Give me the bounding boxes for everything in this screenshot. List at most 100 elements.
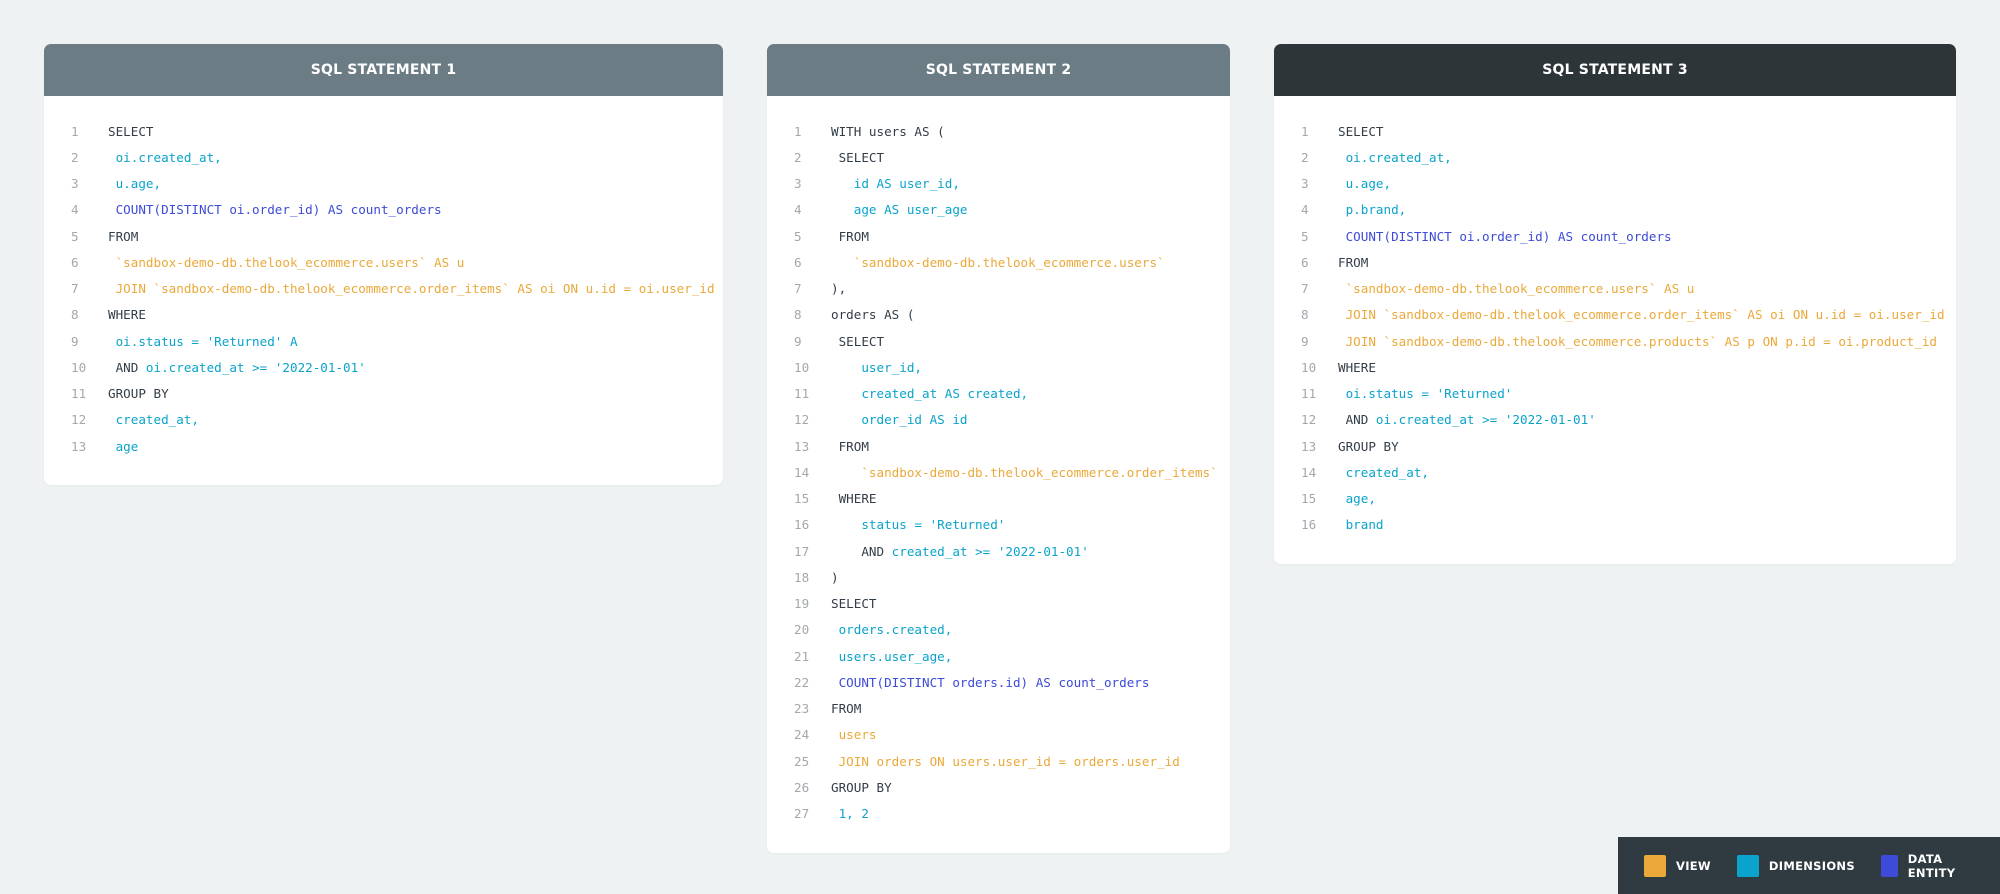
- code-text: WHERE: [1338, 360, 1376, 375]
- code-text: SELECT: [831, 333, 885, 349]
- code-token: JOIN `sandbox-demo-db.thelook_ecommerce.…: [108, 281, 715, 297]
- code-line: 2 SELECT: [767, 144, 1230, 170]
- code-token: WHERE: [1338, 359, 1376, 375]
- code-token: p.brand,: [1338, 202, 1407, 218]
- code-text: ),: [831, 281, 846, 296]
- code-token: oi.created_at >= '2022-01-01': [1375, 412, 1596, 428]
- code-text: WITH users AS (: [831, 124, 945, 139]
- code-line: 11 GROUP BY: [44, 381, 723, 407]
- line-number: 8: [1301, 307, 1309, 323]
- code-line: 15 WHERE: [767, 486, 1230, 512]
- line-number: 3: [794, 176, 802, 192]
- code-text: FROM: [108, 229, 138, 244]
- code-text: oi.created_at,: [108, 150, 222, 165]
- line-number: 11: [794, 386, 810, 402]
- line-number: 4: [71, 202, 79, 218]
- code-token: users.user_age,: [831, 648, 953, 664]
- code-token: JOIN `sandbox-demo-db.thelook_ecommerce.…: [1338, 307, 1945, 323]
- line-number: 15: [794, 491, 810, 507]
- code-line: 3 u.age,: [44, 171, 723, 197]
- line-number: 6: [1301, 254, 1309, 270]
- code-text: p.brand,: [1338, 202, 1407, 218]
- code-text: age AS user_age: [831, 202, 968, 218]
- line-number: 1: [71, 123, 79, 139]
- code-line: 1 SELECT: [44, 118, 723, 144]
- legend-item-data-entity: DATA ENTITY: [1880, 852, 1974, 880]
- code-token: WITH users AS (: [831, 123, 945, 139]
- code-text: AND oi.created_at >= '2022-01-01': [1338, 412, 1596, 427]
- code-line: 16 status = 'Returned': [767, 512, 1230, 538]
- code-text: GROUP BY: [831, 780, 892, 795]
- code-line: 4 p.brand,: [1274, 197, 1956, 223]
- code-token: FROM: [108, 228, 139, 244]
- code-token: oi.created_at >= '2022-01-01': [145, 359, 366, 375]
- legend-item-dimensions: DIMENSIONS: [1736, 854, 1855, 877]
- code-text: FROM: [831, 701, 861, 716]
- sql-statement-1-header: SQL STATEMENT 1: [44, 44, 723, 96]
- code-token: GROUP BY: [831, 779, 892, 795]
- line-number: 22: [794, 674, 810, 690]
- code-token: GROUP BY: [108, 386, 169, 402]
- code-text: users.user_age,: [831, 648, 953, 664]
- line-number: 7: [71, 281, 79, 297]
- code-text: `sandbox-demo-db.thelook_ecommerce.users…: [831, 255, 1165, 270]
- line-number: 4: [1301, 202, 1309, 218]
- line-number: 10: [1301, 359, 1317, 375]
- code-line: 14 created_at,: [1274, 459, 1956, 485]
- code-text: `sandbox-demo-db.thelook_ecommerce.users…: [1338, 281, 1695, 296]
- view-swatch: [1644, 854, 1666, 877]
- code-line: 11 oi.status = 'Returned': [1274, 381, 1956, 407]
- code-text: FROM: [1338, 255, 1368, 270]
- code-token: `sandbox-demo-db.thelook_ecommerce.users…: [108, 254, 465, 270]
- code-line: 5 FROM: [44, 223, 723, 249]
- code-line: 7),: [767, 276, 1230, 302]
- code-token: order_id AS id: [831, 412, 968, 428]
- code-token: JOIN `sandbox-demo-db.thelook_ecommerce.…: [1338, 333, 1937, 349]
- code-token: `sandbox-demo-db.thelook_ecommerce.users…: [831, 254, 1165, 270]
- code-token: orders AS (: [831, 307, 915, 323]
- sql-statement-1-code: 1 SELECT 2 oi.created_at, 3 u.age, 4 COUNT(D…: [44, 96, 723, 485]
- line-number: 15: [1301, 491, 1317, 507]
- code-line: 3 id AS user_id,: [767, 171, 1230, 197]
- sql-statement-3-card: SQL STATEMENT 3 1 SELECT 2 oi.created_at, 3…: [1274, 44, 1956, 564]
- code-token: SELECT: [831, 333, 885, 349]
- code-line: 8 orders AS (: [767, 302, 1230, 328]
- code-text: created_at,: [108, 412, 199, 427]
- code-line: 17 AND created_at >= '2022-01-01': [767, 538, 1230, 564]
- line-number: 17: [794, 543, 810, 559]
- code-token: status = 'Returned': [831, 517, 1006, 533]
- code-line: 10 AND oi.created_at >= '2022-01-01': [44, 354, 723, 380]
- code-line: 5 FROM: [767, 223, 1230, 249]
- code-text: id AS user_id,: [831, 176, 960, 191]
- code-token: SELECT: [108, 123, 154, 139]
- code-line: 12 created_at,: [44, 407, 723, 433]
- code-token: SELECT: [831, 149, 885, 165]
- code-line: 24 users: [767, 722, 1230, 748]
- code-line: 9 JOIN `sandbox-demo-db.thelook_ecommerc…: [1274, 328, 1956, 354]
- code-line: 18): [767, 564, 1230, 590]
- code-line: 6 FROM: [1274, 249, 1956, 275]
- code-line: 2 oi.created_at,: [1274, 144, 1956, 170]
- line-number: 2: [71, 149, 79, 165]
- code-line: 19 SELECT: [767, 591, 1230, 617]
- line-number: 1: [1301, 123, 1309, 139]
- line-number: 6: [71, 254, 79, 270]
- code-text: u.age,: [108, 176, 162, 191]
- sql-statement-3-header: SQL STATEMENT 3: [1274, 44, 1956, 96]
- line-number: 12: [71, 412, 87, 428]
- code-line: 7 JOIN `sandbox-demo-db.thelook_ecommerc…: [44, 276, 723, 302]
- code-token: AND: [108, 359, 146, 375]
- code-line: 23 FROM: [767, 696, 1230, 722]
- line-number: 25: [794, 753, 810, 769]
- code-token: age: [108, 438, 139, 454]
- code-line: 22 COUNT(DISTINCT orders.id) AS count_or…: [767, 669, 1230, 695]
- line-number: 7: [1301, 281, 1309, 297]
- code-line: 10 WHERE: [1274, 354, 1956, 380]
- line-number: 3: [71, 176, 79, 192]
- code-token: age AS user_age: [831, 202, 968, 218]
- line-number: 10: [71, 359, 87, 375]
- code-text: SELECT: [831, 149, 885, 165]
- code-token: WHERE: [108, 307, 146, 323]
- code-token: 1, 2: [831, 806, 869, 822]
- code-token: created_at,: [108, 412, 199, 428]
